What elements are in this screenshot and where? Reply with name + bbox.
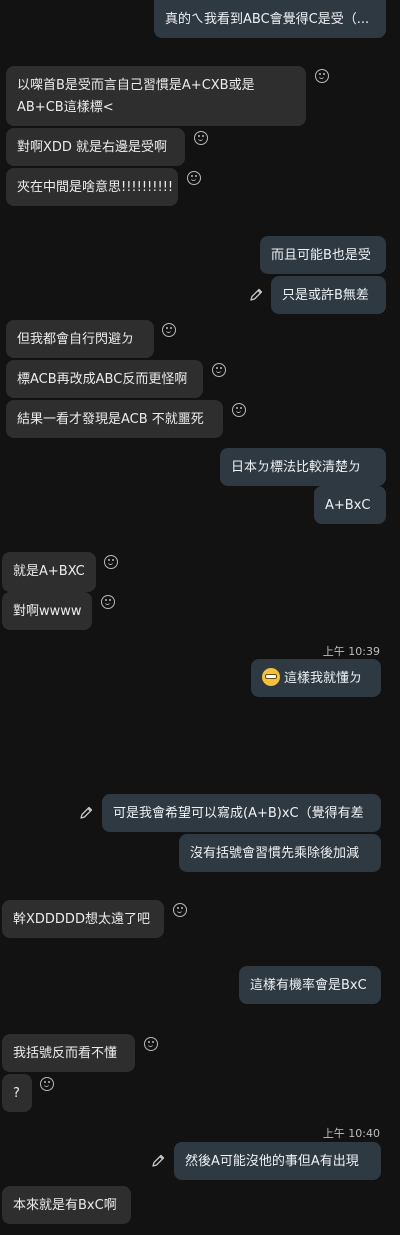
message-text: 只是或許B無差 (282, 288, 369, 303)
add-reaction-icon[interactable] (104, 555, 118, 569)
add-reaction-icon[interactable] (101, 595, 115, 609)
message-bubble-outgoing[interactable]: 日本ㄉ標法比較清楚ㄉ (220, 448, 386, 486)
message-bubble-incoming[interactable]: 對啊wwww (2, 592, 92, 630)
message-bubble-incoming[interactable]: 結果一看才發現是ACB 不就噩死 (6, 400, 223, 438)
add-reaction-icon[interactable] (315, 69, 329, 83)
message-text: 標ACB再改成ABC反而更怪啊 (17, 372, 188, 387)
message-bubble-outgoing[interactable]: 然後A可能沒他的事但A有出現 (174, 1142, 381, 1180)
message-bubble-outgoing[interactable]: 真的ㄟ我看到ABC會覺得C是受（... (154, 0, 386, 38)
message-text: 以㗎首B是受而言自己習慣是A+CXB或是AB+CB這樣標< (17, 78, 255, 115)
message-bubble-outgoing[interactable]: A+BxC (314, 486, 386, 524)
message-text: 但我都會自行閃避ㄉ (17, 332, 135, 347)
message-text: 對啊wwww (13, 604, 82, 619)
add-reaction-icon[interactable] (187, 171, 201, 185)
message-bubble-outgoing[interactable]: 沒有括號會習慣先乘除後加減 (179, 834, 381, 872)
message-bubble-outgoing[interactable]: 這樣有機率會是BxC (239, 966, 381, 1004)
message-bubble-incoming[interactable]: 但我都會自行閃避ㄉ (6, 320, 154, 358)
message-text: 本來就是有BxC啊 (13, 1198, 117, 1213)
message-bubble-incoming[interactable]: 以㗎首B是受而言自己習慣是A+CXB或是AB+CB這樣標< (6, 66, 306, 126)
message-bubble-outgoing[interactable]: 而且可能B也是受 (260, 236, 386, 274)
message-bubble-outgoing[interactable]: 可是我會希望可以寫成(A+B)xC（覺得有差 (102, 794, 381, 832)
edit-pencil-icon[interactable] (78, 805, 94, 821)
message-text: 這樣有機率會是BxC (250, 978, 367, 993)
message-text: 我括號反而看不懂 (13, 1046, 118, 1061)
message-bubble-incoming[interactable]: 幹XDDDDD想太遠了吧 (2, 900, 164, 938)
message-bubble-incoming[interactable]: 我括號反而看不懂 (2, 1034, 135, 1072)
message-text: 沒有括號會習慣先乘除後加減 (190, 846, 360, 861)
message-text: 然後A可能沒他的事但A有出現 (185, 1154, 359, 1169)
grinning-face-icon (262, 668, 280, 686)
add-reaction-icon[interactable] (212, 363, 226, 377)
add-reaction-icon[interactable] (144, 1037, 158, 1051)
message-bubble-incoming[interactable]: 標ACB再改成ABC反而更怪啊 (6, 360, 203, 398)
message-bubble-incoming[interactable]: 就是A+BXC (2, 552, 96, 592)
message-bubble-incoming[interactable]: 本來就是有BxC啊 (2, 1186, 131, 1224)
add-reaction-icon[interactable] (194, 131, 208, 145)
message-text: 對啊XDD 就是右邊是受啊 (17, 140, 168, 155)
add-reaction-icon[interactable] (232, 403, 246, 417)
add-reaction-icon[interactable] (40, 1077, 54, 1091)
message-timestamp: 上午 10:40 (322, 1127, 380, 1140)
message-text: A+BxC (325, 498, 371, 513)
message-bubble-outgoing[interactable]: 只是或許B無差 (271, 276, 386, 314)
message-timestamp: 上午 10:39 (322, 645, 380, 658)
message-text: 可是我會希望可以寫成(A+B)xC（覺得有差 (113, 806, 364, 821)
message-text: ? (13, 1086, 20, 1101)
edit-pencil-icon[interactable] (248, 287, 264, 303)
edit-pencil-icon[interactable] (150, 1153, 166, 1169)
message-text: 就是A+BXC (13, 564, 85, 579)
message-bubble-incoming[interactable]: 對啊XDD 就是右邊是受啊 (6, 128, 185, 166)
message-bubble-outgoing[interactable]: 這樣我就懂ㄉ (251, 659, 381, 697)
add-reaction-icon[interactable] (162, 323, 176, 337)
message-bubble-incoming[interactable]: ? (2, 1074, 32, 1112)
message-text: 結果一看才發現是ACB 不就噩死 (17, 412, 204, 427)
message-text: 這樣我就懂ㄉ (284, 671, 363, 686)
message-text: 真的ㄟ我看到ABC會覺得C是受（... (165, 12, 370, 27)
message-bubble-incoming[interactable]: 夾在中間是啥意思!!!!!!!!!! (6, 168, 178, 206)
message-text: 而且可能B也是受 (271, 248, 371, 263)
message-text: 日本ㄉ標法比較清楚ㄉ (231, 460, 362, 475)
message-text: 夾在中間是啥意思!!!!!!!!!! (17, 180, 174, 195)
message-text: 幹XDDDDD想太遠了吧 (13, 912, 150, 927)
add-reaction-icon[interactable] (173, 903, 187, 917)
